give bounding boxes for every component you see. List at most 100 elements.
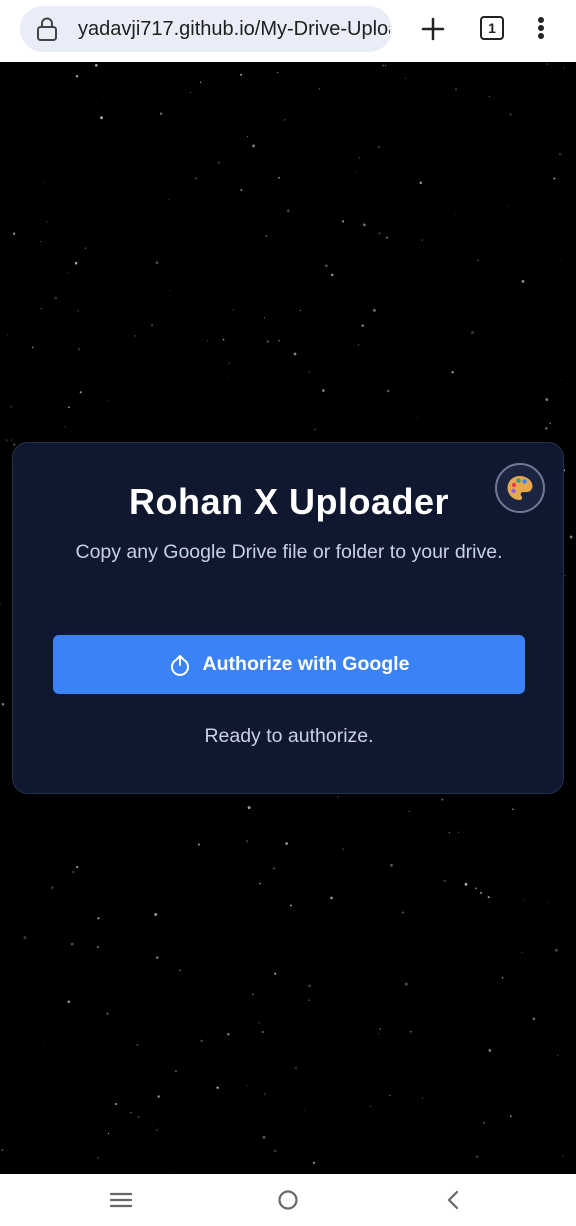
authorize-google-button[interactable]: Authorize with Google [53, 635, 525, 694]
star [293, 352, 297, 356]
star [457, 831, 460, 833]
star [7, 334, 9, 336]
star [443, 879, 446, 883]
star [382, 64, 385, 67]
star [222, 338, 225, 341]
star [154, 913, 158, 916]
star [285, 842, 288, 845]
star [545, 398, 549, 401]
star [194, 177, 197, 180]
star [74, 261, 78, 265]
star [545, 427, 548, 430]
star [509, 1115, 512, 1118]
star [178, 969, 181, 972]
star [336, 796, 339, 798]
plus-icon[interactable] [420, 16, 446, 42]
star [228, 362, 231, 365]
star [419, 181, 423, 184]
star [299, 309, 301, 312]
star [441, 798, 444, 801]
star [283, 119, 286, 121]
url-text[interactable]: yadavji717.github.io/My-Drive-Uploader [78, 17, 390, 41]
star [262, 1136, 266, 1139]
star [556, 1054, 559, 1057]
star [410, 1030, 412, 1033]
star [97, 917, 100, 920]
star [470, 331, 474, 335]
star [273, 1149, 277, 1153]
star [546, 63, 548, 65]
star [228, 377, 230, 378]
star [106, 1012, 109, 1015]
rotate-arrow-icon [170, 654, 189, 676]
star [75, 74, 79, 78]
star [100, 116, 103, 120]
star [71, 870, 75, 874]
star [155, 1129, 158, 1132]
star [64, 426, 66, 428]
star [318, 88, 321, 90]
star [266, 340, 270, 343]
star [546, 902, 548, 904]
star [278, 339, 281, 342]
star [23, 936, 27, 940]
star [43, 1041, 45, 1043]
star [197, 843, 200, 846]
star [141, 900, 143, 902]
browser-toolbar: yadavji717.github.io/My-Drive-Uploader 1 [0, 0, 576, 62]
star [363, 223, 366, 227]
star [252, 144, 256, 148]
star [488, 1049, 492, 1052]
menu-dot [538, 33, 544, 39]
star [379, 1028, 381, 1030]
star [199, 81, 202, 83]
star [155, 261, 159, 264]
star [563, 67, 565, 69]
star [377, 146, 380, 149]
star [258, 1021, 261, 1024]
star [560, 259, 562, 261]
star [308, 999, 310, 1001]
star [521, 279, 525, 283]
page-subtitle: Copy any Google Drive file or folder to … [75, 541, 503, 563]
star [404, 982, 408, 986]
star [451, 371, 454, 374]
star [13, 443, 16, 446]
star [168, 198, 170, 201]
star [263, 1093, 266, 1096]
star [509, 113, 512, 116]
home-icon[interactable] [278, 1190, 298, 1210]
star [259, 882, 261, 885]
star [421, 239, 423, 241]
menu-icon[interactable] [110, 1192, 132, 1208]
star [159, 112, 163, 115]
star [384, 64, 387, 66]
star [189, 92, 191, 94]
star [200, 1039, 203, 1043]
star [137, 1116, 140, 1118]
star [303, 1110, 305, 1112]
tab-switcher-button[interactable]: 1 [480, 16, 504, 40]
star [227, 1033, 230, 1036]
star [106, 399, 108, 401]
star [372, 308, 376, 312]
star [506, 205, 508, 207]
page-content: Rohan X Uploader Copy any Google Drive f… [0, 62, 576, 1174]
star [356, 172, 358, 174]
star [265, 235, 268, 238]
star [251, 993, 254, 996]
star [0, 602, 1, 605]
star [569, 535, 573, 539]
address-bar[interactable]: yadavji717.github.io/My-Drive-Uploader [20, 6, 392, 52]
back-icon[interactable] [446, 1190, 460, 1210]
more-vertical-icon[interactable] [534, 14, 548, 42]
star [553, 177, 556, 180]
star [263, 317, 266, 319]
star [401, 911, 404, 914]
star [389, 1094, 391, 1096]
lock-icon[interactable] [36, 17, 58, 41]
star [78, 348, 81, 351]
star [370, 1105, 372, 1107]
star [77, 310, 80, 312]
star [512, 808, 514, 810]
